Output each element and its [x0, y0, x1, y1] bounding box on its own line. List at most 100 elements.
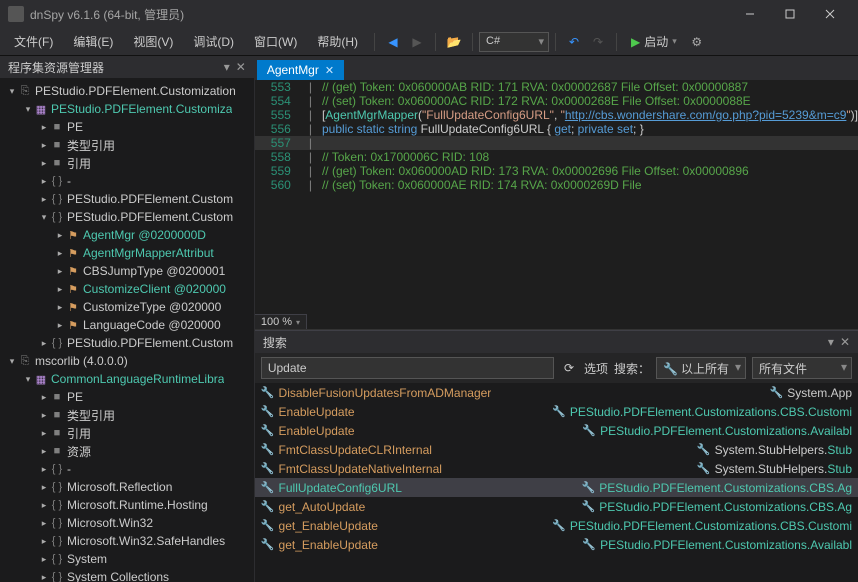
expander-icon[interactable]: ▸ — [38, 392, 50, 403]
tree-item[interactable]: ▸⚑CustomizeClient @020000 — [0, 280, 254, 298]
expander-icon[interactable]: ▸ — [54, 248, 66, 259]
expander-icon[interactable]: ▸ — [38, 410, 50, 421]
search-result-row[interactable]: 🔧DisableFusionUpdatesFromADManager🔧Syste… — [255, 383, 858, 402]
tree-item[interactable]: ▸■类型引用 — [0, 136, 254, 154]
code-content[interactable]: | public static string FullUpdateConfig6… — [309, 122, 644, 136]
menu-file[interactable]: 文件(F) — [4, 29, 63, 54]
code-content[interactable]: | // (set) Token: 0x060000AE RID: 174 RV… — [309, 178, 642, 192]
tree-item[interactable]: ▸⚑LanguageCode @020000 — [0, 316, 254, 334]
expander-icon[interactable]: ▸ — [38, 536, 50, 547]
tree-item[interactable]: ▸■资源 — [0, 442, 254, 460]
tree-item[interactable]: ▸■类型引用 — [0, 406, 254, 424]
search-filescope-dropdown[interactable]: 所有文件 — [752, 357, 852, 379]
run-settings-button[interactable]: ⚙ — [685, 30, 709, 54]
expander-icon[interactable]: ▾ — [22, 374, 34, 385]
nav-forward-button[interactable]: ▶ — [405, 30, 429, 54]
expander-icon[interactable]: ▸ — [38, 338, 50, 349]
code-content[interactable]: | // Token: 0x1700006C RID: 108 — [309, 150, 489, 164]
zoom-indicator[interactable]: 100 % ▾ — [255, 314, 307, 329]
search-result-row[interactable]: 🔧get_AutoUpdate🔧PEStudio.PDFElement.Cust… — [255, 497, 858, 516]
search-results[interactable]: 🔧DisableFusionUpdatesFromADManager🔧Syste… — [255, 383, 858, 582]
search-input[interactable] — [261, 357, 554, 379]
maximize-button[interactable] — [770, 0, 810, 28]
tree-item[interactable]: ▸⚑CustomizeType @020000 — [0, 298, 254, 316]
panel-dropdown-icon[interactable]: ▾ — [224, 60, 230, 74]
search-result-row[interactable]: 🔧EnableUpdate🔧PEStudio.PDFElement.Custom… — [255, 421, 858, 440]
nav-back-button[interactable]: ◀ — [381, 30, 405, 54]
tab-agentmgr[interactable]: AgentMgr ✕ — [257, 60, 344, 80]
code-content[interactable]: | // (get) Token: 0x060000AB RID: 171 RV… — [309, 80, 748, 94]
code-content[interactable]: | // (get) Token: 0x060000AD RID: 173 RV… — [309, 164, 749, 178]
search-result-row[interactable]: 🔧get_EnableUpdate🔧PEStudio.PDFElement.Cu… — [255, 516, 858, 535]
expander-icon[interactable]: ▸ — [38, 428, 50, 439]
search-result-row[interactable]: 🔧FmtClassUpdateNativeInternal🔧System.Stu… — [255, 459, 858, 478]
search-scope-dropdown[interactable]: 🔧以上所有 — [656, 357, 746, 379]
tree-item[interactable]: ▸{ }Microsoft.Reflection — [0, 478, 254, 496]
tree-item[interactable]: ▸{ }System Collections — [0, 568, 254, 582]
tree-item[interactable]: ▾▦PEStudio.PDFElement.Customiza — [0, 100, 254, 118]
expander-icon[interactable]: ▸ — [54, 230, 66, 241]
tree-item[interactable]: ▸{ }Microsoft.Win32 — [0, 514, 254, 532]
tree-item[interactable]: ▸{ }System — [0, 550, 254, 568]
search-result-row[interactable]: 🔧FullUpdateConfig6URL🔧PEStudio.PDFElemen… — [255, 478, 858, 497]
expander-icon[interactable]: ▸ — [38, 122, 50, 133]
expander-icon[interactable]: ▸ — [38, 194, 50, 205]
expander-icon[interactable]: ▾ — [6, 356, 18, 367]
assembly-tree[interactable]: ▾⎘PEStudio.PDFElement.Customization▾▦PES… — [0, 78, 254, 582]
panel-dropdown-icon[interactable]: ▾ — [828, 335, 834, 349]
tree-item[interactable]: ▾⎘mscorlib (4.0.0.0) — [0, 352, 254, 370]
search-result-row[interactable]: 🔧FmtClassUpdateCLRInternal🔧System.StubHe… — [255, 440, 858, 459]
tree-item[interactable]: ▸⚑CBSJumpType @0200001 — [0, 262, 254, 280]
code-content[interactable]: | [AgentMgrMapper("FullUpdateConfig6URL"… — [309, 108, 858, 122]
expander-icon[interactable]: ▾ — [6, 86, 18, 97]
refresh-icon[interactable]: ⟳ — [560, 359, 578, 377]
run-button[interactable]: ▶ 启动 ▾ — [623, 33, 685, 50]
expander-icon[interactable]: ▸ — [38, 572, 50, 582]
tree-item[interactable]: ▾⎘PEStudio.PDFElement.Customization — [0, 82, 254, 100]
code-content[interactable]: | — [309, 136, 322, 150]
redo-button[interactable]: ↷ — [586, 30, 610, 54]
tree-item[interactable]: ▸{ }- — [0, 460, 254, 478]
search-result-row[interactable]: 🔧EnableUpdate🔧PEStudio.PDFElement.Custom… — [255, 402, 858, 421]
menu-window[interactable]: 窗口(W) — [244, 29, 307, 54]
close-button[interactable] — [810, 0, 850, 28]
menu-help[interactable]: 帮助(H) — [307, 29, 368, 54]
tree-item[interactable]: ▸{ }PEStudio.PDFElement.Custom — [0, 190, 254, 208]
tree-item[interactable]: ▸⚑AgentMgrMapperAttribut — [0, 244, 254, 262]
minimize-button[interactable] — [730, 0, 770, 28]
code-content[interactable]: | // (set) Token: 0x060000AC RID: 172 RV… — [309, 94, 751, 108]
expander-icon[interactable]: ▾ — [22, 104, 34, 115]
expander-icon[interactable]: ▸ — [38, 446, 50, 457]
expander-icon[interactable]: ▸ — [54, 302, 66, 313]
expander-icon[interactable]: ▸ — [38, 482, 50, 493]
panel-close-icon[interactable]: ✕ — [236, 60, 246, 74]
expander-icon[interactable]: ▸ — [54, 320, 66, 331]
expander-icon[interactable]: ▸ — [38, 554, 50, 565]
tree-item[interactable]: ▸⚑AgentMgr @0200000D — [0, 226, 254, 244]
search-result-row[interactable]: 🔧get_EnableUpdate🔧PEStudio.PDFElement.Cu… — [255, 535, 858, 554]
tree-item[interactable]: ▾▦CommonLanguageRuntimeLibra — [0, 370, 254, 388]
tree-item[interactable]: ▸{ }Microsoft.Win32.SafeHandles — [0, 532, 254, 550]
language-dropdown[interactable]: C# — [479, 32, 549, 52]
code-editor[interactable]: 553| // (get) Token: 0x060000AB RID: 171… — [255, 80, 858, 330]
menu-view[interactable]: 视图(V) — [123, 29, 183, 54]
expander-icon[interactable]: ▸ — [38, 518, 50, 529]
tab-close-icon[interactable]: ✕ — [325, 64, 334, 77]
tree-item[interactable]: ▸■PE — [0, 118, 254, 136]
expander-icon[interactable]: ▸ — [54, 266, 66, 277]
tree-item[interactable]: ▸{ }- — [0, 172, 254, 190]
expander-icon[interactable]: ▸ — [38, 140, 50, 151]
expander-icon[interactable]: ▸ — [38, 464, 50, 475]
tree-item[interactable]: ▸■PE — [0, 388, 254, 406]
panel-close-icon[interactable]: ✕ — [840, 335, 850, 349]
expander-icon[interactable]: ▾ — [38, 212, 50, 223]
menu-debug[interactable]: 调试(D) — [183, 29, 244, 54]
tree-item[interactable]: ▸■引用 — [0, 154, 254, 172]
tree-item[interactable]: ▸{ }Microsoft.Runtime.Hosting — [0, 496, 254, 514]
open-button[interactable]: 📂 — [442, 30, 466, 54]
tree-item[interactable]: ▸■引用 — [0, 424, 254, 442]
tree-item[interactable]: ▸{ }PEStudio.PDFElement.Custom — [0, 334, 254, 352]
undo-button[interactable]: ↶ — [562, 30, 586, 54]
tree-item[interactable]: ▾{ }PEStudio.PDFElement.Custom — [0, 208, 254, 226]
expander-icon[interactable]: ▸ — [54, 284, 66, 295]
